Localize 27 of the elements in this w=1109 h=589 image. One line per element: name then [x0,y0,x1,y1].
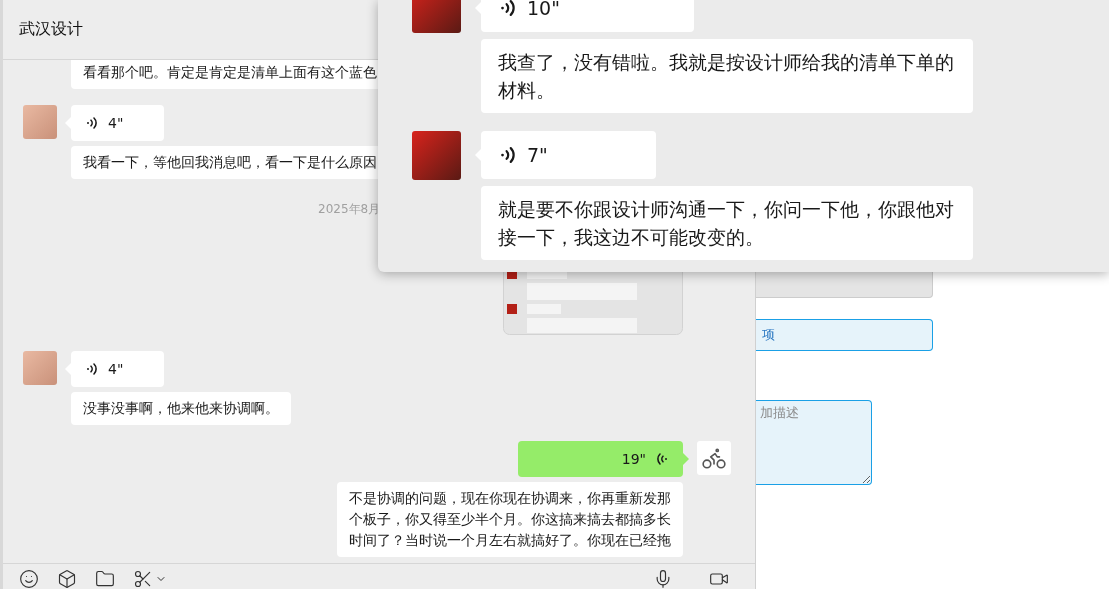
message-text: 我查了，没有错啦。我就是按设计师给我的清单下单的材料。 [481,39,973,113]
voice-message[interactable]: 7" [481,131,656,179]
bicycle-avatar[interactable] [697,441,731,475]
voice-wave-icon [84,361,100,377]
voice-duration: 10" [527,0,560,19]
voice-message[interactable]: 4" [71,105,164,141]
voice-duration: 4" [108,361,124,377]
voice-wave-icon [654,451,670,467]
voice-message[interactable]: 4" [71,351,164,387]
description-field[interactable]: 加描述 [756,400,872,485]
text-field[interactable] [756,272,933,298]
message-text: 不是协调的问题，现在你现在协调来，你再重新发那个板子，你又得至少半个月。你这搞来搞去都搞多长时间了？当时说一个月左右就搞好了。你现在已经拖 [337,482,683,557]
scissors-icon[interactable] [133,569,167,589]
voice-duration: 4" [108,115,124,131]
timestamp: 2025年8月 [318,201,381,218]
voice-message[interactable]: 19" [518,441,683,477]
option-field[interactable]: 项 [756,319,933,351]
voice-duration: 7" [527,144,548,166]
emoji-icon[interactable] [19,569,39,589]
chat-title: 武汉设计 [19,19,83,40]
folder-icon[interactable] [95,569,115,589]
voice-wave-icon [84,115,100,131]
voice-duration: 19" [621,451,646,467]
message-text: 就是要不你跟设计师沟通一下，你问一下他，你跟他对接一下，我这边不可能改变的。 [481,186,973,260]
voice-message[interactable]: 10" [481,0,694,32]
box-icon[interactable] [57,569,77,589]
message-text: 没事没事啊，他来他来协调啊。 [71,392,291,425]
